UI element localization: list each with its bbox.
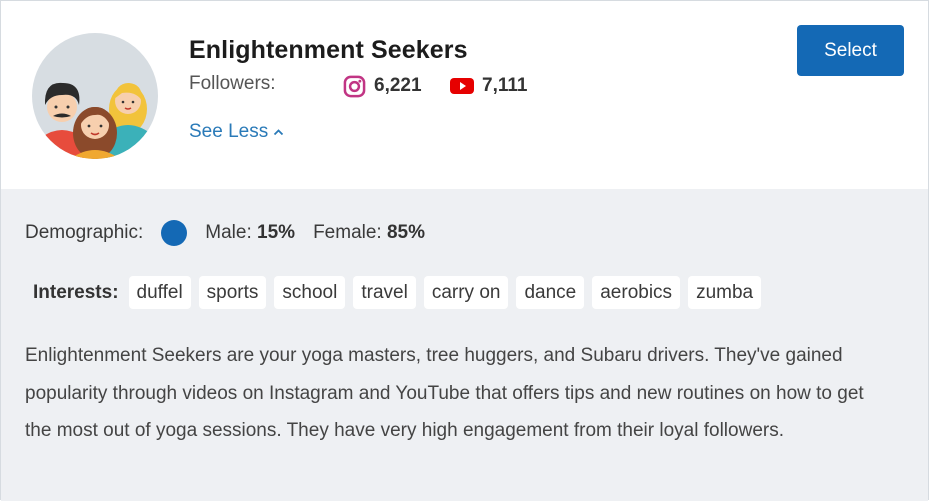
interest-tag[interactable]: dance: [516, 276, 585, 309]
youtube-count: 7,111: [482, 75, 528, 96]
instagram-icon: [343, 75, 366, 97]
youtube-icon: [450, 78, 474, 94]
interest-tag[interactable]: school: [274, 276, 346, 309]
female-label: Female:: [313, 222, 382, 243]
youtube-followers: 7,111: [450, 73, 527, 99]
group-title: Enlightenment Seekers: [189, 36, 468, 64]
demographic-label: Demographic:: [25, 222, 144, 243]
chevron-up-icon: [274, 129, 284, 136]
male-value: 15%: [257, 222, 296, 243]
group-description: Enlightenment Seekers are your yoga mast…: [25, 345, 864, 441]
group-illustration-icon: [40, 82, 150, 159]
interests-label: Interests:: [33, 281, 119, 303]
interests-row: Interests: duffel sports school travel c…: [33, 276, 769, 309]
see-less-link[interactable]: See Less: [189, 121, 284, 143]
instagram-followers: 6,221: [343, 73, 422, 99]
audience-card: Enlightenment Seekers Followers: 6,221 7…: [0, 0, 929, 501]
group-avatar: [32, 33, 158, 159]
interest-tag[interactable]: zumba: [688, 276, 762, 309]
interest-tag[interactable]: duffel: [128, 276, 191, 309]
details-panel: Demographic: Male: 15% Female: 85% Inter…: [1, 189, 928, 501]
demographic-pie-icon: [161, 220, 188, 246]
interest-tag[interactable]: carry on: [423, 276, 509, 309]
see-less-label: See Less: [189, 121, 269, 142]
select-button[interactable]: Select: [797, 25, 904, 76]
instagram-count: 6,221: [374, 75, 422, 96]
interest-tag[interactable]: sports: [198, 276, 267, 309]
interest-tag[interactable]: aerobics: [592, 276, 681, 309]
male-label: Male:: [205, 222, 252, 243]
interest-tag[interactable]: travel: [353, 276, 416, 309]
card-header: Enlightenment Seekers Followers: 6,221 7…: [1, 1, 928, 189]
followers-label: Followers:: [189, 73, 276, 94]
female-value: 85%: [386, 222, 426, 243]
demographic-row: Demographic: Male: 15% Female: 85%: [25, 219, 425, 247]
